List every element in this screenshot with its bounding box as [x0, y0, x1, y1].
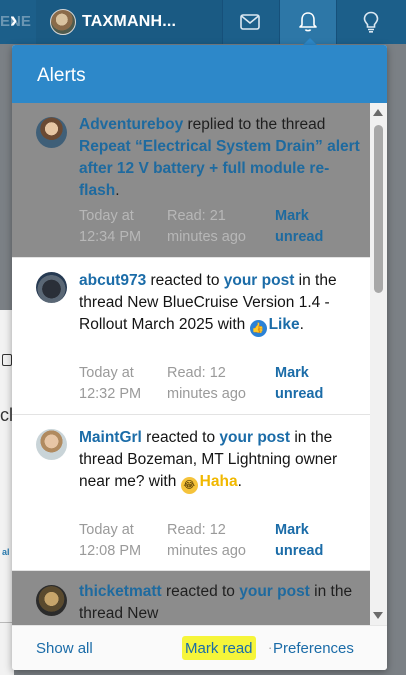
alert-text: MaintGrl reacted to your post in the thr… — [79, 427, 363, 494]
inbox-button[interactable] — [222, 0, 278, 44]
envelope-icon — [240, 14, 260, 30]
scroll-up-icon[interactable] — [373, 109, 383, 116]
username: TAXMANH... — [82, 13, 177, 30]
popup-title: Alerts — [12, 45, 387, 103]
alert-text: thicketmatt reacted to your post in the … — [79, 583, 353, 622]
post-link[interactable]: your post — [219, 429, 290, 446]
chevron-right-icon[interactable]: › — [10, 9, 17, 31]
mark-unread-link[interactable]: Mark unread — [275, 363, 345, 405]
reaction-label: Like — [268, 316, 300, 333]
background-text: al — [2, 547, 10, 557]
post-link[interactable]: your post — [239, 583, 310, 600]
alert-date: Today at 12:08 PM — [79, 522, 142, 559]
thread-link[interactable]: Repeat “Electrical System Drain” alert a… — [79, 138, 360, 199]
lightbulb-icon — [363, 11, 379, 33]
popup-footer: Show all Mark read · Preferences — [12, 625, 387, 670]
alert-user-link[interactable]: abcut973 — [79, 272, 146, 289]
avatar — [50, 9, 76, 35]
bell-icon — [299, 12, 317, 32]
post-link[interactable]: your post — [224, 272, 295, 289]
alert-date: Today at 12:32 PM — [79, 365, 142, 402]
alert-user-link[interactable]: Adventureboy — [79, 116, 183, 133]
alert-read-status: Read: 21 minutes ago — [167, 208, 246, 245]
mark-unread-link[interactable]: Mark unread — [275, 206, 345, 248]
alert-text: abcut973 reacted to your post in the thr… — [79, 270, 363, 337]
top-navigation-bar: ENE › TAXMANH... — [0, 0, 406, 44]
alert-read-status: Read: 12 minutes ago — [167, 365, 246, 402]
separator: · — [268, 640, 273, 655]
avatar[interactable] — [36, 117, 67, 148]
scrollbar[interactable] — [370, 103, 387, 625]
account-menu[interactable]: TAXMANH... — [36, 0, 222, 44]
alerts-list[interactable]: Adventureboy replied to the thread Repea… — [12, 103, 370, 625]
mark-unread-link[interactable]: Mark unread — [275, 520, 345, 562]
alert-user-link[interactable]: thicketmatt — [79, 583, 162, 600]
mark-read-link[interactable]: Mark read — [182, 636, 256, 660]
alert-item[interactable]: abcut973 reacted to your post in the thr… — [12, 258, 370, 415]
avatar[interactable] — [36, 272, 67, 303]
whats-new-button[interactable] — [336, 0, 406, 44]
alert-item[interactable]: Adventureboy replied to the thread Repea… — [12, 103, 370, 258]
reaction-label: Haha — [199, 473, 238, 490]
alert-text: Adventureboy replied to the thread Repea… — [79, 116, 360, 199]
alert-item[interactable]: thicketmatt reacted to your post in the … — [12, 571, 370, 625]
alert-user-link[interactable]: MaintGrl — [79, 429, 142, 446]
avatar[interactable] — [36, 429, 67, 460]
scroll-down-icon[interactable] — [373, 612, 383, 619]
haha-icon: 😂 — [180, 477, 198, 494]
alert-date: Today at 12:34 PM — [79, 208, 142, 245]
like-icon: 👍 — [249, 320, 267, 337]
alerts-popup: Alerts Adventureboy replied to the threa… — [12, 45, 387, 670]
preferences-link[interactable]: Preferences — [273, 640, 354, 657]
show-all-link[interactable]: Show all — [36, 640, 93, 657]
scrollbar-thumb[interactable] — [374, 125, 383, 293]
background-icon — [2, 354, 12, 366]
alert-item[interactable]: MaintGrl reacted to your post in the thr… — [12, 415, 370, 571]
alert-read-status: Read: 12 minutes ago — [167, 522, 246, 559]
avatar[interactable] — [36, 585, 67, 616]
